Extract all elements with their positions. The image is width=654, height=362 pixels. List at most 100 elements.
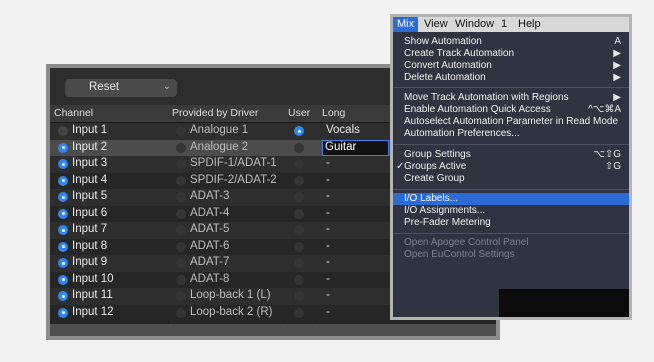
- menu-item-automation-preferences[interactable]: Automation Preferences...: [393, 128, 629, 140]
- channel-name: Input 8: [72, 239, 108, 252]
- driver-radio[interactable]: [176, 291, 186, 301]
- menu-1[interactable]: 1: [501, 18, 507, 30]
- driver-radio[interactable]: [176, 159, 186, 169]
- driver-radio[interactable]: [176, 142, 186, 153]
- channel-name: Input 7: [72, 223, 108, 235]
- chevron-down-icon: ⌄: [162, 81, 171, 92]
- menu-item-autoselect-parameter[interactable]: Autoselect Automation Parameter in Read …: [393, 116, 629, 128]
- menu-item-label: Create Group: [404, 173, 465, 184]
- driver-radio[interactable]: [176, 208, 186, 219]
- column-header-driver[interactable]: Provided by Driver: [172, 107, 258, 119]
- menu-help[interactable]: Help: [518, 18, 541, 30]
- driver-name: Analogue 2: [190, 140, 249, 153]
- channel-radio[interactable]: [58, 225, 68, 235]
- channel-radio[interactable]: [58, 175, 68, 186]
- menu-item-convert-automation[interactable]: Convert Automation ▶: [393, 60, 629, 72]
- long-label-input[interactable]: Guitar: [322, 139, 389, 156]
- user-radio[interactable]: [294, 192, 304, 202]
- driver-radio[interactable]: [176, 241, 186, 252]
- user-radio[interactable]: [294, 175, 304, 186]
- driver-radio[interactable]: [176, 126, 186, 136]
- user-radio[interactable]: [294, 142, 304, 153]
- channel-radio[interactable]: [58, 142, 68, 153]
- driver-radio[interactable]: [176, 274, 186, 285]
- channel-name: Input 1: [72, 124, 108, 136]
- channel-radio[interactable]: [58, 291, 68, 301]
- menu-item-create-group[interactable]: Create Group: [393, 173, 629, 185]
- menu-separator: [393, 189, 629, 190]
- long-label[interactable]: -: [326, 223, 330, 235]
- column-header-channel[interactable]: Channel: [54, 107, 93, 119]
- menu-item-label: Groups Active: [404, 161, 467, 172]
- channel-radio[interactable]: [58, 241, 68, 252]
- user-radio[interactable]: [294, 225, 304, 235]
- submenu-arrow-icon: ▶: [613, 48, 621, 59]
- long-label[interactable]: -: [326, 256, 330, 268]
- menu-item-move-track-automation[interactable]: Move Track Automation with Regions ▶: [393, 92, 629, 104]
- menu-view[interactable]: View: [424, 18, 448, 30]
- long-label[interactable]: -: [326, 273, 330, 285]
- driver-name: Loop-back 1 (L): [190, 289, 271, 301]
- driver-radio[interactable]: [176, 225, 186, 235]
- menu-item-delete-automation[interactable]: Delete Automation ▶: [393, 72, 629, 84]
- driver-name: ADAT-3: [190, 190, 230, 202]
- menu-item-show-automation[interactable]: Show Automation A: [393, 36, 629, 48]
- driver-name: Loop-back 2 (R): [190, 305, 273, 318]
- driver-name: ADAT-4: [190, 206, 230, 219]
- menu-item-create-track-automation[interactable]: Create Track Automation ▶: [393, 48, 629, 60]
- channel-radio[interactable]: [58, 208, 68, 219]
- driver-radio[interactable]: [176, 258, 186, 268]
- driver-radio[interactable]: [176, 307, 186, 318]
- menu-item-label: Enable Automation Quick Access: [404, 104, 551, 115]
- menu-item-groups-active[interactable]: ✓ Groups Active ⇧G: [393, 161, 629, 173]
- driver-name: Analogue 1: [190, 124, 249, 136]
- shortcut-label: A: [614, 36, 621, 47]
- menu-item-label: Show Automation: [404, 36, 482, 47]
- background-region: [499, 289, 629, 317]
- user-radio[interactable]: [294, 126, 304, 136]
- long-label[interactable]: -: [326, 174, 330, 186]
- reset-popup-button[interactable]: Reset ⌄: [65, 79, 177, 97]
- menu-item-label: Group Settings: [404, 149, 471, 160]
- user-radio[interactable]: [294, 274, 304, 285]
- menu-window[interactable]: Window: [455, 18, 494, 30]
- long-label[interactable]: Vocals: [326, 124, 360, 136]
- mix-menu: Mix View Window 1 Help Show Automation A…: [393, 17, 629, 317]
- long-label[interactable]: -: [326, 240, 330, 252]
- long-label[interactable]: -: [326, 306, 330, 318]
- menu-item-label: I/O Labels...: [404, 193, 458, 204]
- menu-item-io-labels[interactable]: I/O Labels...: [393, 193, 629, 205]
- user-radio[interactable]: [294, 307, 304, 318]
- menu-item-io-assignments[interactable]: I/O Assignments...: [393, 205, 629, 217]
- user-radio[interactable]: [294, 258, 304, 268]
- channel-radio[interactable]: [58, 126, 68, 136]
- user-radio[interactable]: [294, 159, 304, 169]
- channel-name: Input 5: [72, 190, 108, 202]
- menu-item-label: Open EuControl Settings: [404, 249, 515, 260]
- channel-radio[interactable]: [58, 307, 68, 318]
- channel-radio[interactable]: [58, 258, 68, 268]
- user-radio[interactable]: [294, 291, 304, 301]
- long-label[interactable]: -: [326, 157, 330, 169]
- long-label[interactable]: -: [326, 190, 330, 202]
- menu-item-pre-fader-metering[interactable]: Pre-Fader Metering: [393, 217, 629, 229]
- menu-item-group-settings[interactable]: Group Settings ⌥⇧G: [393, 149, 629, 161]
- menu-item-label: Autoselect Automation Parameter in Read …: [404, 116, 619, 127]
- user-radio[interactable]: [294, 241, 304, 252]
- shortcut-label: ⌥⇧G: [593, 149, 621, 160]
- menu-mix[interactable]: Mix: [393, 17, 419, 32]
- long-label[interactable]: -: [326, 289, 330, 301]
- driver-name: ADAT-6: [190, 239, 230, 252]
- channel-radio[interactable]: [58, 192, 68, 202]
- user-radio[interactable]: [294, 208, 304, 219]
- column-header-long[interactable]: Long: [322, 107, 345, 119]
- channel-name: Input 10: [72, 272, 114, 285]
- channel-radio[interactable]: [58, 159, 68, 169]
- long-label[interactable]: -: [326, 207, 330, 219]
- driver-radio[interactable]: [176, 192, 186, 202]
- driver-radio[interactable]: [176, 175, 186, 186]
- menu-item-label: I/O Assignments...: [404, 205, 486, 216]
- column-header-user[interactable]: User: [288, 107, 310, 119]
- menu-item-enable-quick-access[interactable]: Enable Automation Quick Access ^⌥⌘A: [393, 104, 629, 116]
- channel-radio[interactable]: [58, 274, 68, 285]
